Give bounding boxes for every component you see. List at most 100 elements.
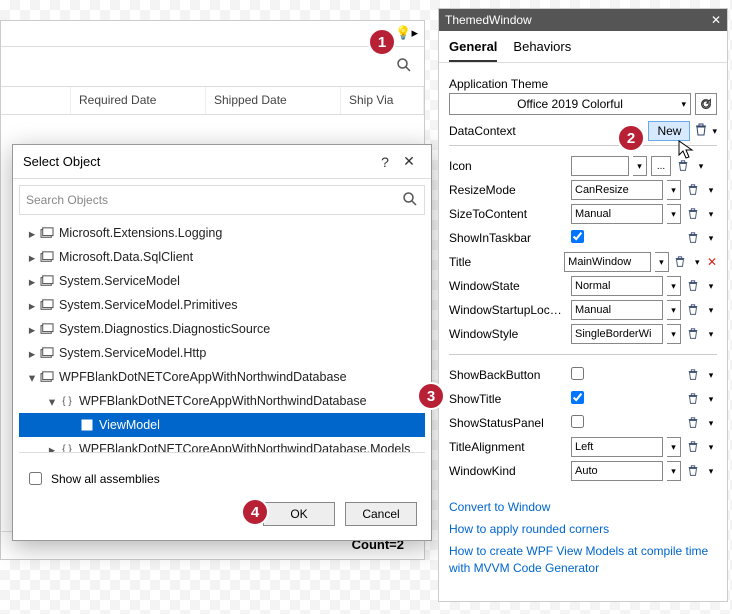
column-header[interactable]: Shipped Date (206, 87, 341, 114)
trash-icon[interactable] (685, 276, 701, 296)
chevron-down-icon[interactable]: ▾ (705, 305, 717, 316)
dropdown-icon[interactable]: ▾ (667, 461, 681, 481)
property-value[interactable]: Manual (571, 204, 663, 224)
tree-item[interactable]: Microsoft.Data.SqlClient (19, 245, 425, 269)
search-icon[interactable] (396, 57, 412, 78)
property-label: ShowTitle (449, 392, 567, 406)
tree-item[interactable]: System.Diagnostics.DiagnosticSource (19, 317, 425, 341)
trash-icon[interactable] (685, 324, 701, 344)
expand-icon[interactable] (25, 250, 39, 265)
ok-button[interactable]: OK (263, 502, 335, 526)
dropdown-icon[interactable]: ▾ (667, 324, 681, 344)
search-input[interactable]: Search Objects (19, 185, 425, 215)
trash-icon[interactable] (685, 180, 701, 200)
expand-icon[interactable] (25, 226, 39, 241)
tree-item[interactable]: { }WPFBlankDotNETCoreAppWithNorthwindDat… (19, 437, 425, 453)
chevron-down-icon[interactable]: ▾ (705, 209, 717, 220)
trash-icon[interactable] (685, 204, 701, 224)
dropdown-icon[interactable]: ▾ (667, 204, 681, 224)
chevron-down-icon[interactable]: ▾ (705, 418, 717, 429)
property-checkbox[interactable] (571, 367, 663, 383)
new-datacontext-button[interactable]: New (648, 121, 690, 141)
chevron-down-icon[interactable]: ▾ (705, 281, 717, 292)
app-theme-select[interactable]: Office 2019 Colorful (449, 93, 691, 115)
tree-item[interactable]: Microsoft.Extensions.Logging (19, 221, 425, 245)
expand-icon[interactable] (25, 298, 39, 313)
dropdown-icon[interactable]: ▾ (667, 276, 681, 296)
cancel-button[interactable]: Cancel (345, 502, 417, 526)
property-row: WindowKindAuto▾▾ (449, 459, 717, 483)
column-header[interactable]: Ship Via (341, 87, 424, 114)
link-convert[interactable]: Convert to Window (449, 499, 717, 515)
trash-icon[interactable] (685, 389, 701, 409)
property-value[interactable]: MainWindow (564, 252, 651, 272)
ellipsis-button[interactable]: ... (651, 156, 671, 176)
trash-icon[interactable] (685, 365, 701, 385)
chevron-down-icon[interactable]: ▾ (695, 161, 707, 172)
chevron-down-icon[interactable]: ▾ (712, 126, 717, 137)
trash-icon[interactable] (685, 300, 701, 320)
expand-icon[interactable] (25, 370, 39, 385)
property-value[interactable]: Manual (571, 300, 663, 320)
trash-icon[interactable] (685, 437, 701, 457)
property-value[interactable]: Auto (571, 461, 663, 481)
column-header[interactable]: Required Date (71, 87, 206, 114)
tab-general[interactable]: General (449, 39, 497, 62)
tree-item[interactable]: System.ServiceModel.Http (19, 341, 425, 365)
show-all-checkbox[interactable]: Show all assemblies (13, 459, 431, 502)
link-rounded[interactable]: How to apply rounded corners (449, 521, 717, 537)
asm-icon (39, 250, 55, 264)
trash-icon[interactable] (673, 252, 688, 272)
property-value[interactable]: Normal (571, 276, 663, 296)
trash-icon[interactable] (685, 461, 701, 481)
property-value[interactable]: Left (571, 437, 663, 457)
help-icon[interactable]: ? (373, 154, 397, 170)
tree-item[interactable]: ViewModel (19, 413, 425, 437)
expand-icon[interactable] (25, 274, 39, 289)
search-icon[interactable] (402, 191, 418, 210)
property-row: ResizeModeCanResize▾▾ (449, 178, 717, 202)
property-value[interactable]: SingleBorderWi (571, 324, 663, 344)
chevron-down-icon[interactable]: ▾ (705, 185, 717, 196)
close-icon[interactable]: ✕ (397, 153, 421, 170)
expand-icon[interactable] (25, 346, 39, 361)
chevron-down-icon[interactable]: ▾ (692, 257, 703, 268)
tree-item[interactable]: { }WPFBlankDotNETCoreAppWithNorthwindDat… (19, 389, 425, 413)
link-mvvm[interactable]: How to create WPF View Models at compile… (449, 543, 717, 575)
tree-item[interactable]: System.ServiceModel.Primitives (19, 293, 425, 317)
property-checkbox[interactable] (571, 230, 663, 246)
tab-behaviors[interactable]: Behaviors (513, 39, 571, 62)
asm-icon (39, 226, 55, 240)
chevron-down-icon[interactable]: ▾ (705, 442, 717, 453)
tree-item[interactable]: System.ServiceModel (19, 269, 425, 293)
property-row: TitleMainWindow▾▾✕ (449, 250, 717, 274)
property-value[interactable] (571, 156, 629, 176)
expand-icon[interactable] (45, 394, 59, 409)
object-tree[interactable]: Microsoft.Extensions.LoggingMicrosoft.Da… (19, 221, 425, 453)
delete-icon[interactable]: ✕ (707, 255, 717, 269)
dropdown-icon[interactable]: ▾ (667, 180, 681, 200)
chevron-down-icon[interactable]: ▾ (705, 329, 717, 340)
chevron-down-icon[interactable]: ▾ (705, 233, 717, 244)
trash-icon[interactable] (685, 228, 701, 248)
show-all-input[interactable] (29, 472, 42, 485)
expand-icon[interactable] (25, 322, 39, 337)
tree-item[interactable]: WPFBlankDotNETCoreAppWithNorthwindDataba… (19, 365, 425, 389)
panel-close-icon[interactable]: ✕ (711, 13, 721, 27)
dropdown-icon[interactable]: ▾ (633, 156, 647, 176)
dropdown-icon[interactable]: ▾ (667, 300, 681, 320)
asm-icon (39, 298, 55, 312)
chevron-down-icon[interactable]: ▾ (705, 394, 717, 405)
trash-icon[interactable] (685, 413, 701, 433)
trash-icon[interactable] (694, 123, 708, 140)
refresh-button[interactable] (695, 93, 717, 115)
property-checkbox[interactable] (571, 415, 663, 431)
dropdown-icon[interactable]: ▾ (655, 252, 668, 272)
lightbulb-icon[interactable]: 💡▸ (395, 25, 418, 41)
property-checkbox[interactable] (571, 391, 663, 407)
dropdown-icon[interactable]: ▾ (667, 437, 681, 457)
chevron-down-icon[interactable]: ▾ (705, 466, 717, 477)
chevron-down-icon[interactable]: ▾ (705, 370, 717, 381)
property-value[interactable]: CanResize (571, 180, 663, 200)
expand-icon[interactable] (45, 442, 59, 454)
